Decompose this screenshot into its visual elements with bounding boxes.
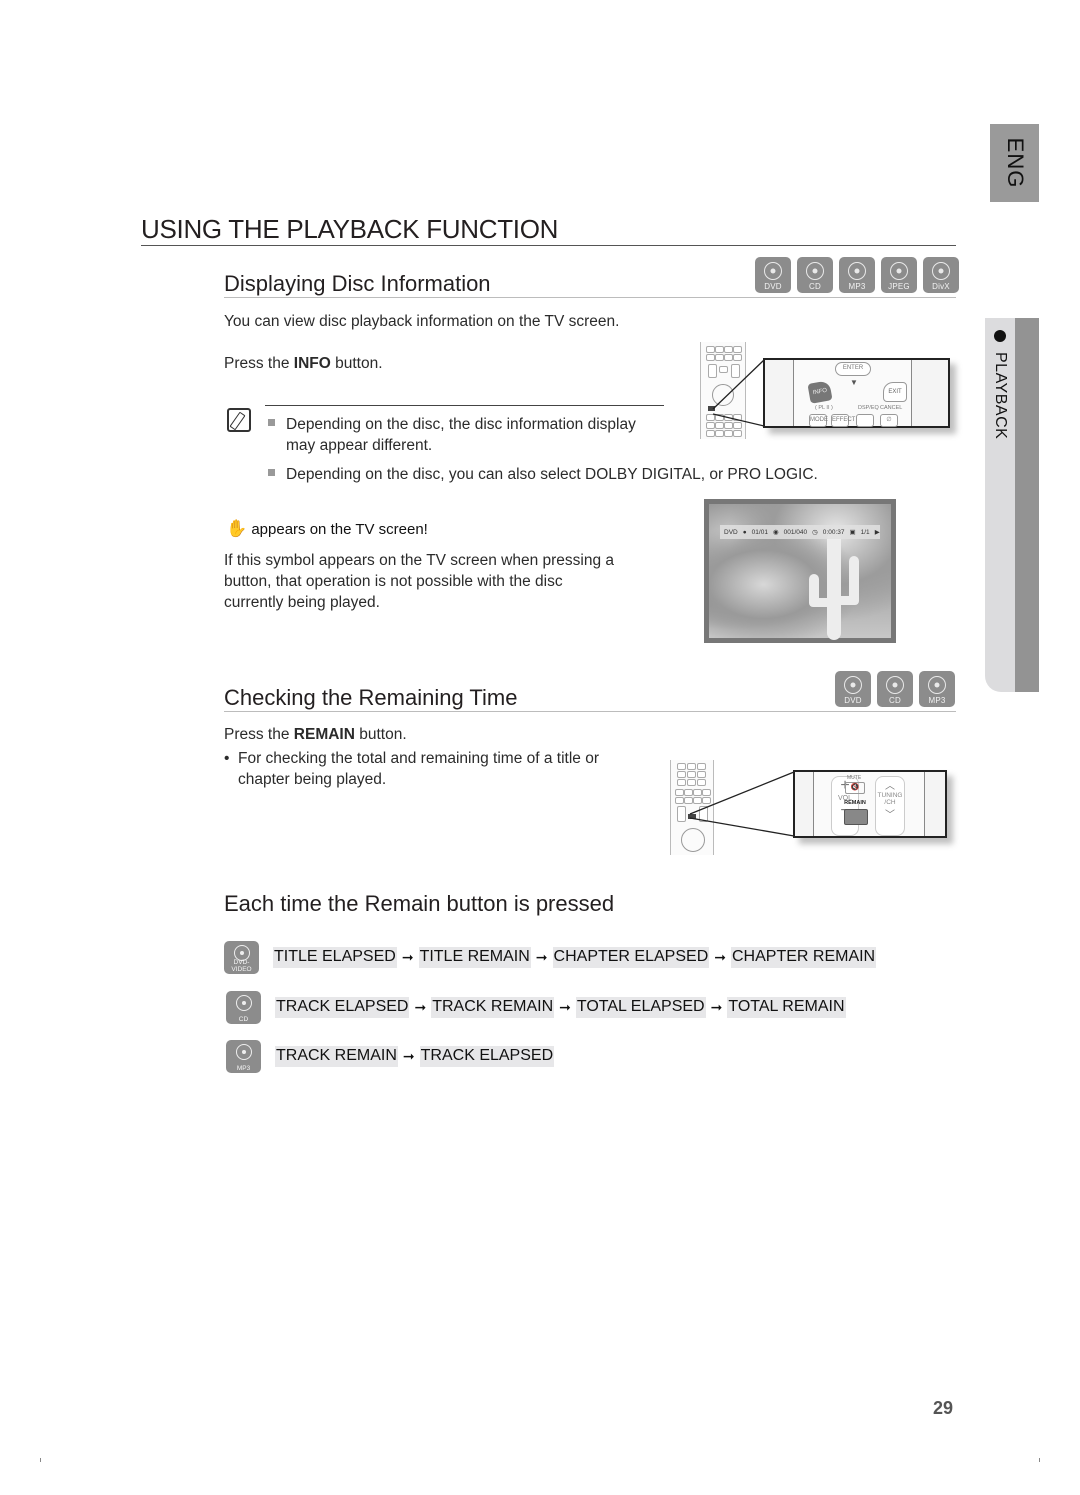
page-title: USING THE PLAYBACK FUNCTION: [141, 214, 559, 244]
clock-icon: ◷: [812, 529, 818, 536]
note-divider: [265, 405, 664, 406]
bullet-dot-icon: •: [224, 750, 230, 767]
sequence-step: TRACK ELAPSED: [275, 997, 410, 1018]
info-button-name: INFO: [293, 355, 331, 372]
chapter-icon: ◉: [772, 529, 779, 536]
sequence-step: CHAPTER ELAPSED: [552, 947, 710, 968]
disc-badge-mp3: MP3: [839, 257, 875, 293]
on-screen-display: DVD ● 01/01 ◉ 001/040 ◷ 0:00:37 ▣ 1/1 ▶: [720, 525, 880, 539]
chevron-up-icon: ︿: [885, 781, 895, 792]
disc-badge-divx: DivX: [923, 257, 959, 293]
title-divider: [141, 245, 956, 246]
enter-button-illustration: ENTER: [835, 362, 871, 376]
arrow-right-icon: ➞: [559, 999, 571, 1015]
chevron-down-icon: ﹀: [885, 810, 895, 821]
callout-lines: [689, 771, 795, 837]
press-remain-instruction: Press the REMAIN button.: [224, 726, 407, 743]
crop-mark: [40, 1458, 41, 1462]
disc-badge-dvd-video: DVD-VIDEO: [224, 941, 259, 974]
disc-icon: [764, 262, 782, 280]
sequence-step: TRACK ELAPSED: [419, 1046, 555, 1067]
tv-screen-illustration: DVD ● 01/01 ◉ 001/040 ◷ 0:00:37 ▣ 1/1 ▶: [704, 499, 896, 643]
section-heading-remaining-time: Checking the Remaining Time: [224, 685, 518, 710]
callout-lines: [712, 359, 765, 427]
disc-badge-cd: CD: [797, 257, 833, 293]
intro-text: You can view disc playback information o…: [224, 313, 620, 330]
remain-button-illustration: [844, 809, 868, 825]
disc-icon: [235, 1044, 252, 1060]
note-item: Depending on the disc, the disc informat…: [268, 414, 668, 456]
sequence-step: TRACK REMAIN: [431, 997, 555, 1018]
square-bullet-icon: [268, 469, 275, 477]
section-divider: [224, 711, 956, 712]
sequence-step: TOTAL REMAIN: [727, 997, 846, 1018]
warning-text: If this symbol appears on the TV screen …: [224, 552, 615, 611]
mute-icon: 🔇: [845, 782, 865, 794]
play-icon: ▶: [874, 529, 880, 536]
disc-badge-mp3: MP3: [226, 1040, 261, 1073]
language-tab-label: ENG: [1002, 137, 1028, 189]
disc-badge-mp3: MP3: [919, 671, 955, 707]
disc-icon: [844, 676, 862, 694]
sequence-row-mp3: MP3 TRACK REMAIN ➞ TRACK ELAPSED: [226, 1040, 555, 1073]
square-bullet-icon: [268, 419, 275, 427]
disc-icon: [890, 262, 908, 280]
disc-icon: [928, 676, 946, 694]
arrow-right-icon: ➞: [535, 949, 548, 965]
disc-icon: [848, 262, 866, 280]
sequence-step: TITLE REMAIN: [418, 947, 531, 968]
remote-zoom-remain: + VOL − MUTE 🔇 REMAIN ︿ TUNING /CH ﹀: [793, 770, 947, 838]
disc-badge-jpeg: JPEG: [881, 257, 917, 293]
note-pencil-icon: [227, 408, 251, 432]
section-divider: [224, 297, 956, 298]
arrow-right-icon: ➞: [402, 1048, 415, 1064]
title-icon: ●: [742, 528, 747, 536]
exit-button-illustration: EXIT: [883, 382, 907, 402]
sequence-step: TOTAL ELAPSED: [575, 997, 706, 1018]
arrow-right-icon: ➞: [714, 949, 726, 965]
page-number: 29: [933, 1398, 954, 1418]
disc-badge-dvd: DVD: [755, 257, 791, 293]
remain-button-name: REMAIN: [293, 726, 355, 743]
language-tab: ENG: [990, 124, 1039, 202]
arrow-right-icon: ➞: [710, 999, 723, 1015]
sequence-step: TRACK REMAIN: [275, 1046, 398, 1067]
disc-icon: [235, 995, 252, 1011]
remote-zoom-info: ENTER ▼ INFO EXIT ( PL II ) DSP/EQ CANCE…: [763, 358, 950, 428]
sequence-row-cd: CD TRACK ELAPSED ➞ TRACK REMAIN ➞ TOTAL …: [226, 991, 846, 1024]
disc-badge-group: DVD CD MP3 JPEG DivX: [755, 257, 959, 293]
down-arrow-icon: ▼: [850, 378, 858, 387]
bullet-item: • For checking the total and remaining t…: [224, 750, 599, 788]
note-item: Depending on the disc, you can also sele…: [268, 464, 818, 485]
crop-mark: [1039, 1458, 1040, 1462]
section-heading-remain-sequence: Each time the Remain button is pressed: [224, 891, 615, 916]
sequence-step: CHAPTER REMAIN: [730, 947, 877, 968]
tuning-rocker-illustration: ︿ TUNING /CH ﹀: [875, 776, 905, 836]
arrow-right-icon: ➞: [414, 999, 427, 1015]
disc-badge-group: DVD CD MP3: [835, 671, 955, 707]
disc-icon: [806, 262, 824, 280]
disc-badge-cd: CD: [226, 991, 261, 1024]
disc-icon: [886, 676, 904, 694]
section-tab: PLAYBACK: [985, 318, 1039, 692]
disc-badge-cd: CD: [877, 671, 913, 707]
sequence-step: TITLE ELAPSED: [273, 947, 397, 968]
disc-icon: [932, 262, 950, 280]
section-tab-label: PLAYBACK: [992, 352, 1009, 440]
camera-angle-icon: ▣: [849, 529, 856, 536]
section-heading-disc-info: Displaying Disc Information: [224, 271, 491, 296]
disc-badge-dvd: DVD: [835, 671, 871, 707]
bullet-dot-icon: [994, 330, 1006, 342]
press-info-instruction: Press the INFO button.: [224, 355, 383, 372]
arrow-right-icon: ➞: [401, 949, 414, 965]
sequence-row-dvd: DVD-VIDEO TITLE ELAPSED ➞ TITLE REMAIN ➞…: [224, 941, 877, 974]
hand-stop-icon: ✋: [226, 519, 248, 538]
warning-heading: ✋ appears on the TV screen!: [226, 519, 428, 538]
